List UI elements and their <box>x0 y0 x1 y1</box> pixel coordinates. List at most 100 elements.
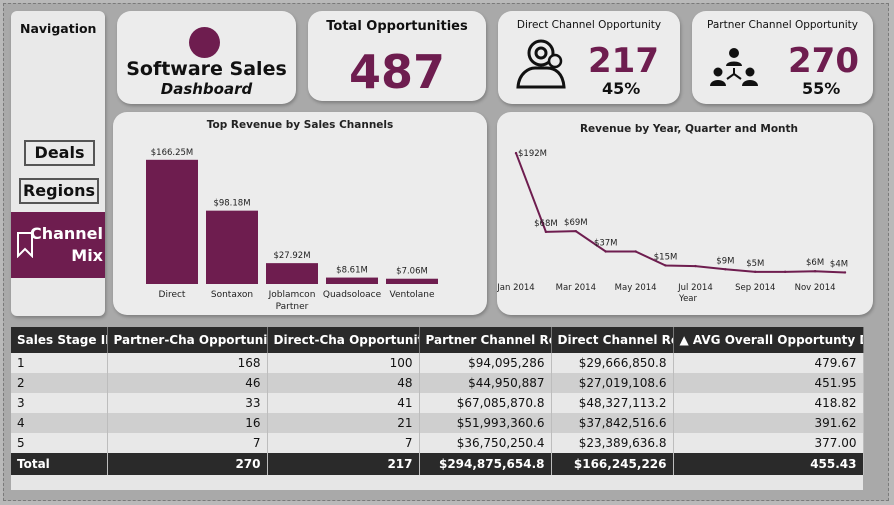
x-axis-label: Year <box>678 294 698 304</box>
dashboard-subtitle: Dashboard <box>160 80 253 98</box>
bar-data-label: $27.92M <box>273 251 310 261</box>
x-tick-label: May 2014 <box>615 283 657 293</box>
table-cell: $29,666,850.8 <box>551 353 674 373</box>
line-point <box>783 270 787 274</box>
line-point <box>664 264 667 267</box>
total-opportunities-label: Total Opportunities <box>326 19 468 34</box>
table-row[interactable]: 3 33 41 $67,085,870.8 $48,327,113.2 418.82 <box>11 393 864 413</box>
line-data-label: $15M <box>654 252 678 262</box>
table-cell: $37,842,516.6 <box>551 413 674 433</box>
sales-stage-table: Sales Stage ID Partner-Cha Opportunity D… <box>11 327 864 490</box>
nav-deals-button[interactable]: Deals <box>24 140 95 166</box>
nav-regions-button[interactable]: Regions <box>19 178 99 204</box>
table-cell: 479.67 <box>673 353 864 373</box>
line-data-label: $9M <box>716 256 734 266</box>
table-total-cell: 270 <box>107 453 268 475</box>
table-cell: $44,950,887 <box>419 373 552 393</box>
line-point <box>813 269 817 273</box>
column-header-partner-opportunity[interactable]: Partner-Cha Opportunity <box>107 327 268 353</box>
team-network-icon <box>710 48 758 86</box>
nav-channel-mix-label: Channel Mix <box>23 223 103 267</box>
bar-data-label: $7.06M <box>396 267 428 277</box>
revenue-by-channel-chart: Top Revenue by Sales Channels $166.25M Dir… <box>113 112 487 315</box>
line-point <box>634 250 637 253</box>
partner-channel-percent: 55% <box>802 79 841 98</box>
table-total-cell: Total <box>11 453 108 475</box>
table-total-row: Total 270 217 $294,875,654.8 $166,245,226 455… <box>11 453 864 475</box>
revenue-line <box>515 152 846 274</box>
table-cell: 48 <box>267 373 420 393</box>
bar-data-label: $166.25M <box>151 148 193 158</box>
table-cell: 21 <box>267 413 420 433</box>
bar <box>146 159 198 284</box>
column-header-avg-days-label: AVG Overall Opportunty Days <box>692 333 862 347</box>
x-tick-label: Sep 2014 <box>735 283 775 293</box>
direct-channel-label: Direct Channel Opportunity <box>516 19 662 31</box>
table-cell: 5 <box>11 433 108 453</box>
line-data-label: $4M <box>830 259 848 269</box>
table-total-cell: 455.43 <box>673 453 864 475</box>
table-cell: $23,389,636.8 <box>551 433 674 453</box>
bar <box>326 277 378 284</box>
line-data-label: $192M <box>518 149 547 159</box>
table-total-cell: $166,245,226 <box>551 453 674 475</box>
line-point <box>514 151 518 155</box>
line-data-label: $37M <box>594 239 618 249</box>
table-cell: 41 <box>267 393 420 413</box>
table-cell: 391.62 <box>673 413 864 433</box>
column-header-avg-days[interactable]: ▲ AVG Overall Opportunty Days <box>673 327 864 353</box>
table-cell: 1 <box>11 353 108 373</box>
line-point <box>843 271 847 274</box>
nav-channel-mix-line2: Mix <box>71 246 103 265</box>
navigation-panel: Navigation Deals Regions Channel Mix <box>11 11 105 316</box>
line-point <box>694 264 697 268</box>
table-header-row: Sales Stage ID Partner-Cha Opportunity D… <box>11 327 864 353</box>
column-header-partner-rev[interactable]: Partner Channel Rev <box>419 327 552 353</box>
sort-ascending-icon: ▲ <box>679 333 689 347</box>
direct-channel-card: Direct Channel Opportunity 217 45% <box>498 11 680 104</box>
table-cell: $94,095,286 <box>419 353 552 373</box>
revenue-trend-svg: Revenue by Year, Quarter and Month $192M $… <box>497 123 848 304</box>
chart-title: Revenue by Year, Quarter and Month <box>580 123 798 135</box>
column-header-sales-stage[interactable]: Sales Stage ID <box>11 327 108 353</box>
table-row[interactable]: 1 168 100 $94,095,286 $29,666,850.8 479.67 <box>11 353 864 373</box>
table-cell: $51,993,360.6 <box>419 413 552 433</box>
partner-channel-card: Partner Channel Opportunity 270 55% <box>692 11 873 104</box>
line-point <box>724 268 727 271</box>
bar-data-label: $8.61M <box>336 266 368 276</box>
column-header-direct-opportunity[interactable]: Direct-Cha Opportunity <box>267 327 420 353</box>
nav-channel-mix-line1: Channel <box>29 224 103 243</box>
table-cell: 2 <box>11 373 108 393</box>
table-cell: $36,750,250.4 <box>419 433 552 453</box>
line-point <box>754 270 757 274</box>
table-cell: 3 <box>11 393 108 413</box>
table-row[interactable]: 2 46 48 $44,950,887 $27,019,108.6 451.95 <box>11 373 864 393</box>
x-tick-label: Ventolane <box>390 290 435 300</box>
table-cell: 7 <box>107 433 268 453</box>
bar <box>266 263 318 284</box>
x-tick-label: Direct <box>159 290 186 300</box>
line-data-label: $69M <box>564 218 588 228</box>
line-data-label: $6M <box>806 258 824 268</box>
bar <box>386 278 438 284</box>
bar-data-label: $98.18M <box>213 199 250 209</box>
chart-title: Top Revenue by Sales Channels <box>207 119 394 131</box>
logo-dot <box>189 27 220 58</box>
x-tick-label: Mar 2014 <box>556 283 596 293</box>
table-cell: 168 <box>107 353 268 373</box>
total-opportunities-card: Total Opportunities 487 <box>308 11 486 101</box>
table-cell: 451.95 <box>673 373 864 393</box>
line-point <box>604 250 607 253</box>
dashboard-title: Software Sales <box>126 58 287 80</box>
revenue-trend-chart: Revenue by Year, Quarter and Month $192M $… <box>497 112 873 315</box>
total-opportunities-value: 487 <box>348 45 446 99</box>
table-cell: 377.00 <box>673 433 864 453</box>
table-cell: 4 <box>11 413 108 433</box>
table-cell: 46 <box>107 373 268 393</box>
nav-channel-mix-button[interactable]: Channel Mix <box>11 212 105 278</box>
table-row[interactable]: 4 16 21 $51,993,360.6 $37,842,516.6 391.62 <box>11 413 864 433</box>
x-tick-label: Nov 2014 <box>795 283 836 293</box>
table-row[interactable]: 5 7 7 $36,750,250.4 $23,389,636.8 377.00 <box>11 433 864 453</box>
column-header-direct-rev[interactable]: Direct Channel Rev <box>551 327 674 353</box>
x-tick-label: Quadsoloace <box>323 290 382 300</box>
